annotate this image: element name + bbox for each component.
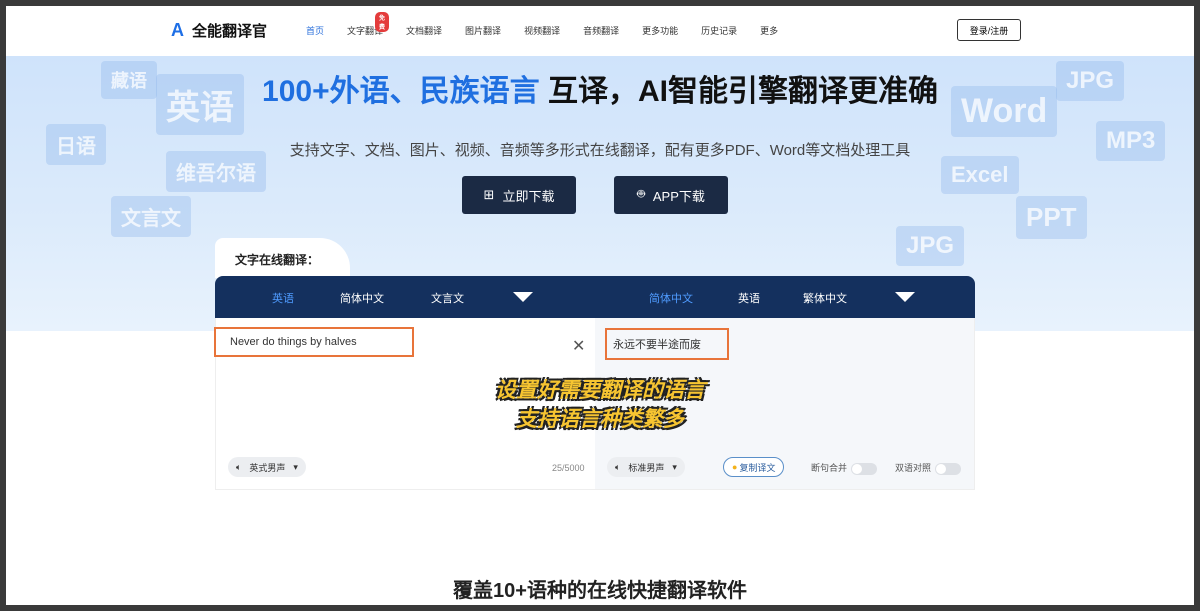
video-caption: 设置好需要翻译的语言 支持语言种类繁多 xyxy=(6,376,1194,434)
target-lang-dropdown-icon[interactable] xyxy=(895,292,915,302)
app-download-button[interactable]: 🤖︎ APP下载 xyxy=(614,176,728,214)
nav-item-doc[interactable]: 文档翻译 xyxy=(406,24,442,37)
login-button[interactable]: 登录/注册 xyxy=(957,19,1021,41)
title-highlight: 100+外语、民族语言 xyxy=(262,75,540,108)
source-lang-dropdown-icon[interactable] xyxy=(513,292,533,302)
bilingual-label: 双语对照 xyxy=(895,463,932,473)
section-title: 覆盖10+语种的在线快捷翻译软件 xyxy=(453,580,747,602)
source-input[interactable]: Never do things by halves xyxy=(214,327,414,357)
logo-text: 全能翻译官 xyxy=(192,23,268,40)
speaker-icon: 🔈︎ xyxy=(615,461,621,472)
translation-output: 永远不要半途而废 xyxy=(605,328,729,360)
nav-item-history[interactable]: 历史记录 xyxy=(701,24,737,37)
speaker-icon: 🔈︎ xyxy=(236,461,242,472)
bilingual-toggle[interactable]: 双语对照 xyxy=(895,461,962,475)
android-icon: 🤖︎ xyxy=(637,186,645,201)
copy-button[interactable]: ● 复制译文 xyxy=(723,457,785,477)
source-lang-zh[interactable]: 简体中文 xyxy=(340,290,384,306)
bilingual-switch[interactable] xyxy=(935,462,962,475)
nav-item-more[interactable]: 更多 xyxy=(760,24,778,37)
nav-item-text[interactable]: 免费 文字翻译 xyxy=(347,12,390,37)
deco-word: Excel xyxy=(941,156,1019,194)
voice-label: 标准男声 xyxy=(628,462,665,473)
nav-menu: 首页 免费 文字翻译 文档翻译 图片翻译 视频翻译 音频翻译 更多功能 历史记录 … xyxy=(306,12,801,37)
caption-line: 支持语言种类繁多 xyxy=(516,408,684,431)
target-lang-zh[interactable]: 简体中文 xyxy=(649,290,693,306)
nav-item-video[interactable]: 视频翻译 xyxy=(524,24,560,37)
deco-word: PPT xyxy=(1016,196,1087,239)
caption-line: 设置好需要翻译的语言 xyxy=(495,379,705,402)
merge-toggle[interactable]: 断句合并 xyxy=(811,461,878,475)
nav-item-home[interactable]: 首页 xyxy=(306,24,324,37)
copy-icon: ● xyxy=(732,462,738,472)
source-voice-select[interactable]: 🔈︎ 英式男声 ▾ xyxy=(228,457,306,477)
target-lang-english[interactable]: 英语 xyxy=(738,290,760,306)
title-rest: 互译，AI智能引擎翻译更准确 xyxy=(539,75,938,108)
copy-label: 复制译文 xyxy=(739,462,776,473)
page-title: 100+外语、民族语言 互译，AI智能引擎翻译更准确 xyxy=(6,66,1194,110)
free-badge: 免费 xyxy=(375,12,390,32)
clear-icon[interactable]: ✕ xyxy=(572,336,585,356)
logo-icon: A xyxy=(171,20,184,40)
source-lang-english[interactable]: 英语 xyxy=(272,290,294,306)
chevron-down-icon: ▾ xyxy=(672,461,677,472)
source-lang-classical[interactable]: 文言文 xyxy=(431,290,464,306)
nav-item-image[interactable]: 图片翻译 xyxy=(465,24,501,37)
windows-icon: ⊞ xyxy=(483,187,495,202)
app-label: APP下载 xyxy=(652,188,705,204)
text-translate-tab[interactable]: 文字在线翻译： xyxy=(215,238,350,278)
target-lang-traditional[interactable]: 繁体中文 xyxy=(803,290,847,306)
char-count: 25/5000 xyxy=(552,463,585,473)
chevron-down-icon: ▾ xyxy=(293,461,298,472)
merge-label: 断句合并 xyxy=(811,463,848,473)
merge-switch[interactable] xyxy=(851,462,878,475)
target-voice-select[interactable]: 🔈︎ 标准男声 ▾ xyxy=(607,457,685,477)
language-bar: 英语 简体中文 文言文 简体中文 英语 繁体中文 xyxy=(215,276,975,318)
download-button[interactable]: ⊞ 立即下载 xyxy=(462,176,576,214)
top-nav: A 全能翻译官 首页 免费 文字翻译 文档翻译 图片翻译 视频翻译 音频翻译 更多功… xyxy=(6,6,1194,56)
nav-item-audio[interactable]: 音频翻译 xyxy=(583,24,619,37)
nav-item-more-features[interactable]: 更多功能 xyxy=(642,24,678,37)
voice-label: 英式男声 xyxy=(249,462,286,473)
subtitle: 支持文字、文档、图片、视频、音频等多形式在线翻译，配有更多PDF、Word等文档… xyxy=(289,142,911,159)
download-label: 立即下载 xyxy=(502,188,555,204)
logo[interactable]: A 全能翻译官 xyxy=(171,20,267,41)
deco-word: JPG xyxy=(896,226,965,266)
deco-word: 文言文 xyxy=(111,196,191,237)
